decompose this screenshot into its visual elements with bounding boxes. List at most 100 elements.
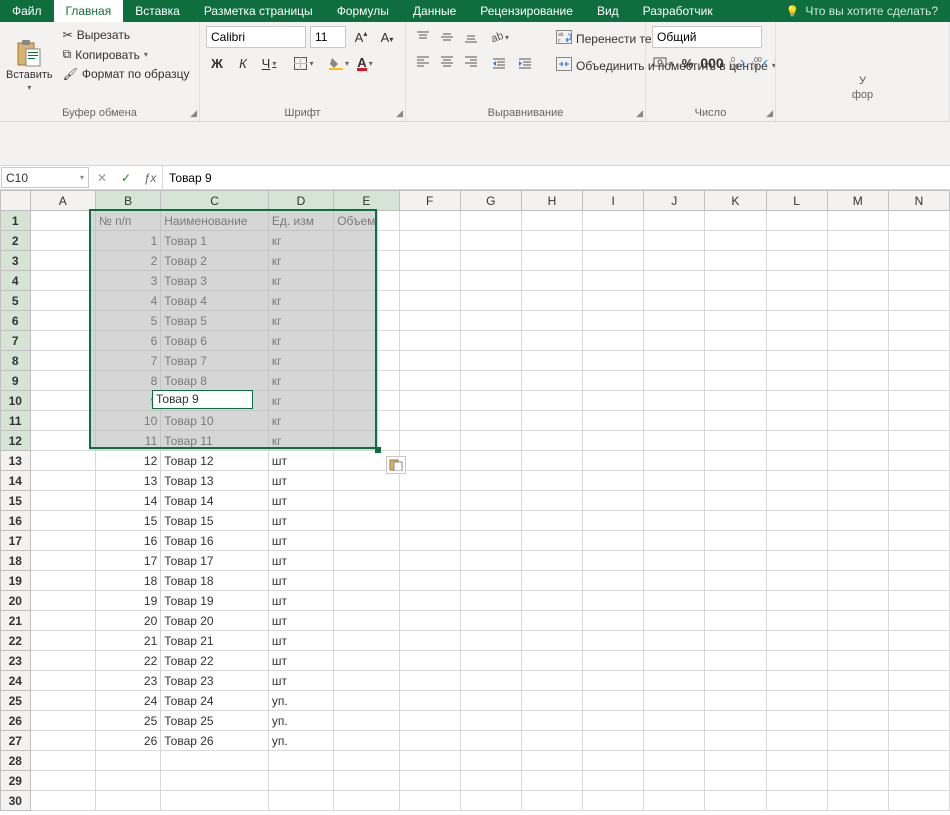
percent-style-button[interactable]: % bbox=[678, 52, 697, 74]
cell[interactable] bbox=[766, 531, 827, 551]
cell[interactable] bbox=[30, 331, 95, 351]
cell[interactable]: Ед. изм bbox=[268, 211, 333, 231]
cell[interactable]: кг bbox=[268, 411, 333, 431]
cell[interactable] bbox=[705, 431, 766, 451]
cell[interactable] bbox=[888, 311, 949, 331]
cell[interactable] bbox=[705, 751, 766, 771]
cell[interactable] bbox=[30, 551, 95, 571]
cell[interactable] bbox=[399, 671, 460, 691]
cell[interactable] bbox=[30, 411, 95, 431]
row-header[interactable]: 9 bbox=[1, 371, 31, 391]
row-header[interactable]: 6 bbox=[1, 311, 31, 331]
cell[interactable] bbox=[705, 671, 766, 691]
cell[interactable] bbox=[766, 671, 827, 691]
cell[interactable] bbox=[521, 471, 582, 491]
cell[interactable] bbox=[521, 671, 582, 691]
cell[interactable] bbox=[888, 691, 949, 711]
cell[interactable] bbox=[766, 391, 827, 411]
cell[interactable] bbox=[521, 611, 582, 631]
row-header[interactable]: 19 bbox=[1, 571, 31, 591]
cell[interactable] bbox=[583, 331, 644, 351]
cell[interactable] bbox=[583, 551, 644, 571]
cell[interactable]: шт bbox=[268, 631, 333, 651]
cell[interactable]: кг bbox=[268, 431, 333, 451]
cell[interactable] bbox=[766, 711, 827, 731]
cell[interactable] bbox=[521, 411, 582, 431]
cell[interactable] bbox=[399, 631, 460, 651]
cell[interactable] bbox=[460, 531, 521, 551]
cell[interactable] bbox=[399, 531, 460, 551]
cell[interactable] bbox=[644, 471, 705, 491]
cell[interactable] bbox=[827, 691, 888, 711]
cell[interactable]: Товар 20 bbox=[161, 611, 269, 631]
bold-button[interactable]: Ж bbox=[206, 52, 228, 74]
increase-indent-button[interactable] bbox=[514, 52, 536, 74]
cell[interactable] bbox=[644, 271, 705, 291]
row-header[interactable]: 20 bbox=[1, 591, 31, 611]
cell[interactable] bbox=[334, 231, 399, 251]
row-header[interactable]: 29 bbox=[1, 771, 31, 791]
cell[interactable] bbox=[888, 631, 949, 651]
cell[interactable] bbox=[827, 331, 888, 351]
cell[interactable] bbox=[334, 691, 399, 711]
cell[interactable] bbox=[583, 711, 644, 731]
align-bottom-button[interactable] bbox=[460, 26, 482, 48]
cell[interactable]: Товар 8 bbox=[161, 371, 269, 391]
cell[interactable] bbox=[827, 731, 888, 751]
cell[interactable] bbox=[521, 291, 582, 311]
cell[interactable] bbox=[644, 511, 705, 531]
cell[interactable] bbox=[95, 751, 160, 771]
font-color-button[interactable]: А bbox=[354, 52, 376, 74]
cell[interactable] bbox=[521, 571, 582, 591]
cell[interactable]: 10 bbox=[95, 411, 160, 431]
cell[interactable] bbox=[334, 591, 399, 611]
cell[interactable] bbox=[334, 551, 399, 571]
cell[interactable] bbox=[766, 551, 827, 571]
cell[interactable] bbox=[888, 531, 949, 551]
cell[interactable] bbox=[766, 351, 827, 371]
cell[interactable] bbox=[30, 351, 95, 371]
cell[interactable] bbox=[521, 511, 582, 531]
cell[interactable]: шт bbox=[268, 511, 333, 531]
select-all-corner[interactable] bbox=[1, 191, 31, 211]
column-header-A[interactable]: A bbox=[30, 191, 95, 211]
cell[interactable] bbox=[766, 311, 827, 331]
borders-button[interactable] bbox=[293, 52, 315, 74]
cell[interactable] bbox=[705, 271, 766, 291]
cell[interactable] bbox=[644, 791, 705, 811]
cell[interactable] bbox=[521, 351, 582, 371]
cell[interactable]: 8 bbox=[95, 371, 160, 391]
cell[interactable]: Товар 23 bbox=[161, 671, 269, 691]
paste-button[interactable]: Вставить ▾ bbox=[6, 26, 53, 105]
cell[interactable] bbox=[460, 391, 521, 411]
tab-insert[interactable]: Вставка bbox=[123, 0, 192, 22]
cell[interactable] bbox=[399, 231, 460, 251]
cell[interactable] bbox=[705, 451, 766, 471]
cell[interactable] bbox=[766, 331, 827, 351]
cell[interactable] bbox=[888, 791, 949, 811]
cell[interactable] bbox=[766, 291, 827, 311]
align-center-button[interactable] bbox=[436, 50, 458, 72]
cell[interactable] bbox=[766, 771, 827, 791]
cell[interactable] bbox=[161, 791, 269, 811]
cell[interactable] bbox=[705, 471, 766, 491]
cell[interactable] bbox=[521, 531, 582, 551]
cell[interactable] bbox=[460, 251, 521, 271]
cell[interactable]: Товар 4 bbox=[161, 291, 269, 311]
cell[interactable]: 3 bbox=[95, 271, 160, 291]
cell[interactable] bbox=[521, 651, 582, 671]
clipboard-dialog-launcher[interactable]: ◢ bbox=[190, 108, 197, 119]
cell[interactable]: Товар 24 bbox=[161, 691, 269, 711]
cell[interactable] bbox=[827, 671, 888, 691]
cell[interactable] bbox=[705, 311, 766, 331]
font-dialog-launcher[interactable]: ◢ bbox=[396, 108, 403, 119]
cancel-formula-button[interactable]: ✕ bbox=[90, 171, 114, 185]
name-box[interactable]: C10 ▾ bbox=[1, 167, 89, 188]
cell[interactable] bbox=[30, 291, 95, 311]
cell[interactable]: 9 bbox=[95, 391, 160, 411]
align-right-button[interactable] bbox=[460, 50, 482, 72]
cell[interactable]: № п/п bbox=[95, 211, 160, 231]
cell[interactable] bbox=[399, 291, 460, 311]
cell[interactable] bbox=[888, 371, 949, 391]
cell[interactable] bbox=[460, 631, 521, 651]
